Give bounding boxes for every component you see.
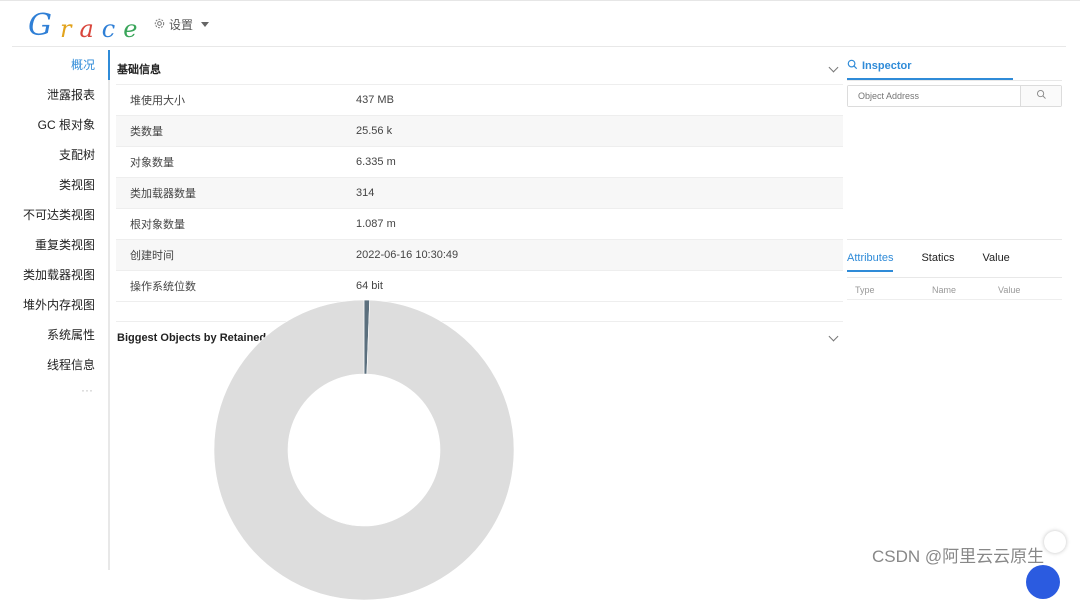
logo-letter: G: [28, 8, 60, 43]
pie-slice[interactable]: [213, 299, 515, 601]
top-bar: G r a c e 设置: [0, 0, 1080, 47]
column-header-type: Type: [855, 285, 875, 295]
sidebar-item-system-properties[interactable]: 系统属性: [0, 320, 108, 350]
row-key: 创建时间: [130, 250, 174, 262]
more-icon[interactable]: ···: [0, 380, 108, 400]
row-value: 437 MB: [356, 94, 394, 106]
tab-statics[interactable]: Statics: [921, 252, 954, 272]
sidebar-divider: [108, 50, 110, 570]
table-row: 创建时间 2022-06-16 10:30:49: [116, 240, 843, 271]
row-value: 25.56 k: [356, 125, 393, 137]
sidebar-item-overview[interactable]: 概况: [0, 50, 108, 80]
gear-icon: [154, 18, 165, 32]
column-header-value: Value: [998, 285, 1021, 295]
row-value: 64 bit: [356, 280, 383, 292]
active-indicator: [108, 50, 110, 80]
sidebar-item-offheap-memory[interactable]: 堆外内存视图: [0, 290, 108, 320]
basic-info-title: 基础信息: [117, 64, 161, 76]
object-address-search: [847, 85, 1062, 107]
caret-down-icon: [201, 22, 210, 27]
table-row: 堆使用大小 437 MB: [116, 85, 843, 116]
sidebar-item-class-view[interactable]: 类视图: [0, 170, 108, 200]
divider: [847, 80, 1062, 81]
sidebar-item-gc-roots[interactable]: GC 根对象: [0, 110, 108, 140]
row-value: 6.335 m: [356, 156, 396, 168]
sidebar-item-duplicate-classes[interactable]: 重复类视图: [0, 230, 108, 260]
floating-action-button[interactable]: [1044, 531, 1066, 553]
basic-info-header[interactable]: 基础信息: [116, 54, 843, 84]
inspector-tabs: Attributes Statics Value: [847, 252, 1062, 272]
sidebar-item-dominator-tree[interactable]: 支配树: [0, 140, 108, 170]
logo-letter: c: [101, 15, 124, 43]
table-row: 对象数量 6.335 m: [116, 147, 843, 178]
row-value: 1.087 m: [356, 218, 396, 230]
logo-letter: r: [59, 15, 80, 43]
basic-info-table: 堆使用大小 437 MB 类数量 25.56 k 对象数量 6.335 m 类加…: [116, 84, 843, 302]
row-key: 类加载器数量: [130, 188, 196, 200]
sidebar-item-leak-report[interactable]: 泄露报表: [0, 80, 108, 110]
chevron-down-icon[interactable]: [828, 331, 839, 341]
row-key: 对象数量: [130, 157, 174, 169]
tab-attributes[interactable]: Attributes: [847, 252, 894, 272]
search-icon: [847, 59, 858, 73]
logo-letter: e: [123, 15, 146, 43]
row-key: 堆使用大小: [130, 95, 185, 107]
grace-logo[interactable]: G r a c e: [28, 7, 145, 43]
inspector-tab-label: Inspector: [862, 60, 912, 72]
search-icon: [1036, 87, 1047, 105]
table-row: 根对象数量 1.087 m: [116, 209, 843, 240]
row-key: 类数量: [130, 126, 163, 138]
tab-inspector[interactable]: Inspector: [847, 54, 1013, 80]
search-button[interactable]: [1020, 86, 1061, 106]
attributes-table-header: Type Name Value: [855, 285, 1062, 295]
column-header-name: Name: [932, 285, 957, 295]
table-row: 操作系统位数 64 bit: [116, 271, 843, 302]
table-row: 类数量 25.56 k: [116, 116, 843, 147]
settings-label: 设置: [169, 18, 194, 32]
divider: [847, 239, 1062, 240]
row-value: 2022-06-16 10:30:49: [356, 249, 459, 261]
divider: [847, 277, 1062, 278]
tab-value[interactable]: Value: [982, 252, 1009, 272]
donut-chart: [213, 299, 515, 601]
chevron-down-icon[interactable]: [828, 62, 839, 72]
divider: [12, 46, 1066, 47]
row-key: 操作系统位数: [130, 281, 196, 293]
sidebar-item-unreachable-classes[interactable]: 不可达类视图: [0, 200, 108, 230]
row-value: 314: [356, 187, 375, 199]
inspector-panel: Inspector: [847, 54, 1062, 107]
object-address-input[interactable]: [848, 86, 1020, 106]
sidebar-item-classloader-view[interactable]: 类加载器视图: [0, 260, 108, 290]
sidebar-item-thread-info[interactable]: 线程信息: [0, 350, 108, 380]
watermark: CSDN @阿里云云原生: [872, 547, 1045, 566]
sidebar-nav: 概况 泄露报表 GC 根对象 支配树 类视图 不可达类视图 重复类视图 类加载器…: [0, 50, 108, 400]
settings-menu[interactable]: 设置: [154, 16, 210, 33]
logo-letter: a: [79, 15, 102, 43]
help-button[interactable]: [1026, 565, 1060, 599]
table-row: 类加载器数量 314: [116, 178, 843, 209]
biggest-objects-chart: [213, 299, 515, 605]
divider: [847, 299, 1062, 300]
row-key: 根对象数量: [130, 219, 185, 231]
